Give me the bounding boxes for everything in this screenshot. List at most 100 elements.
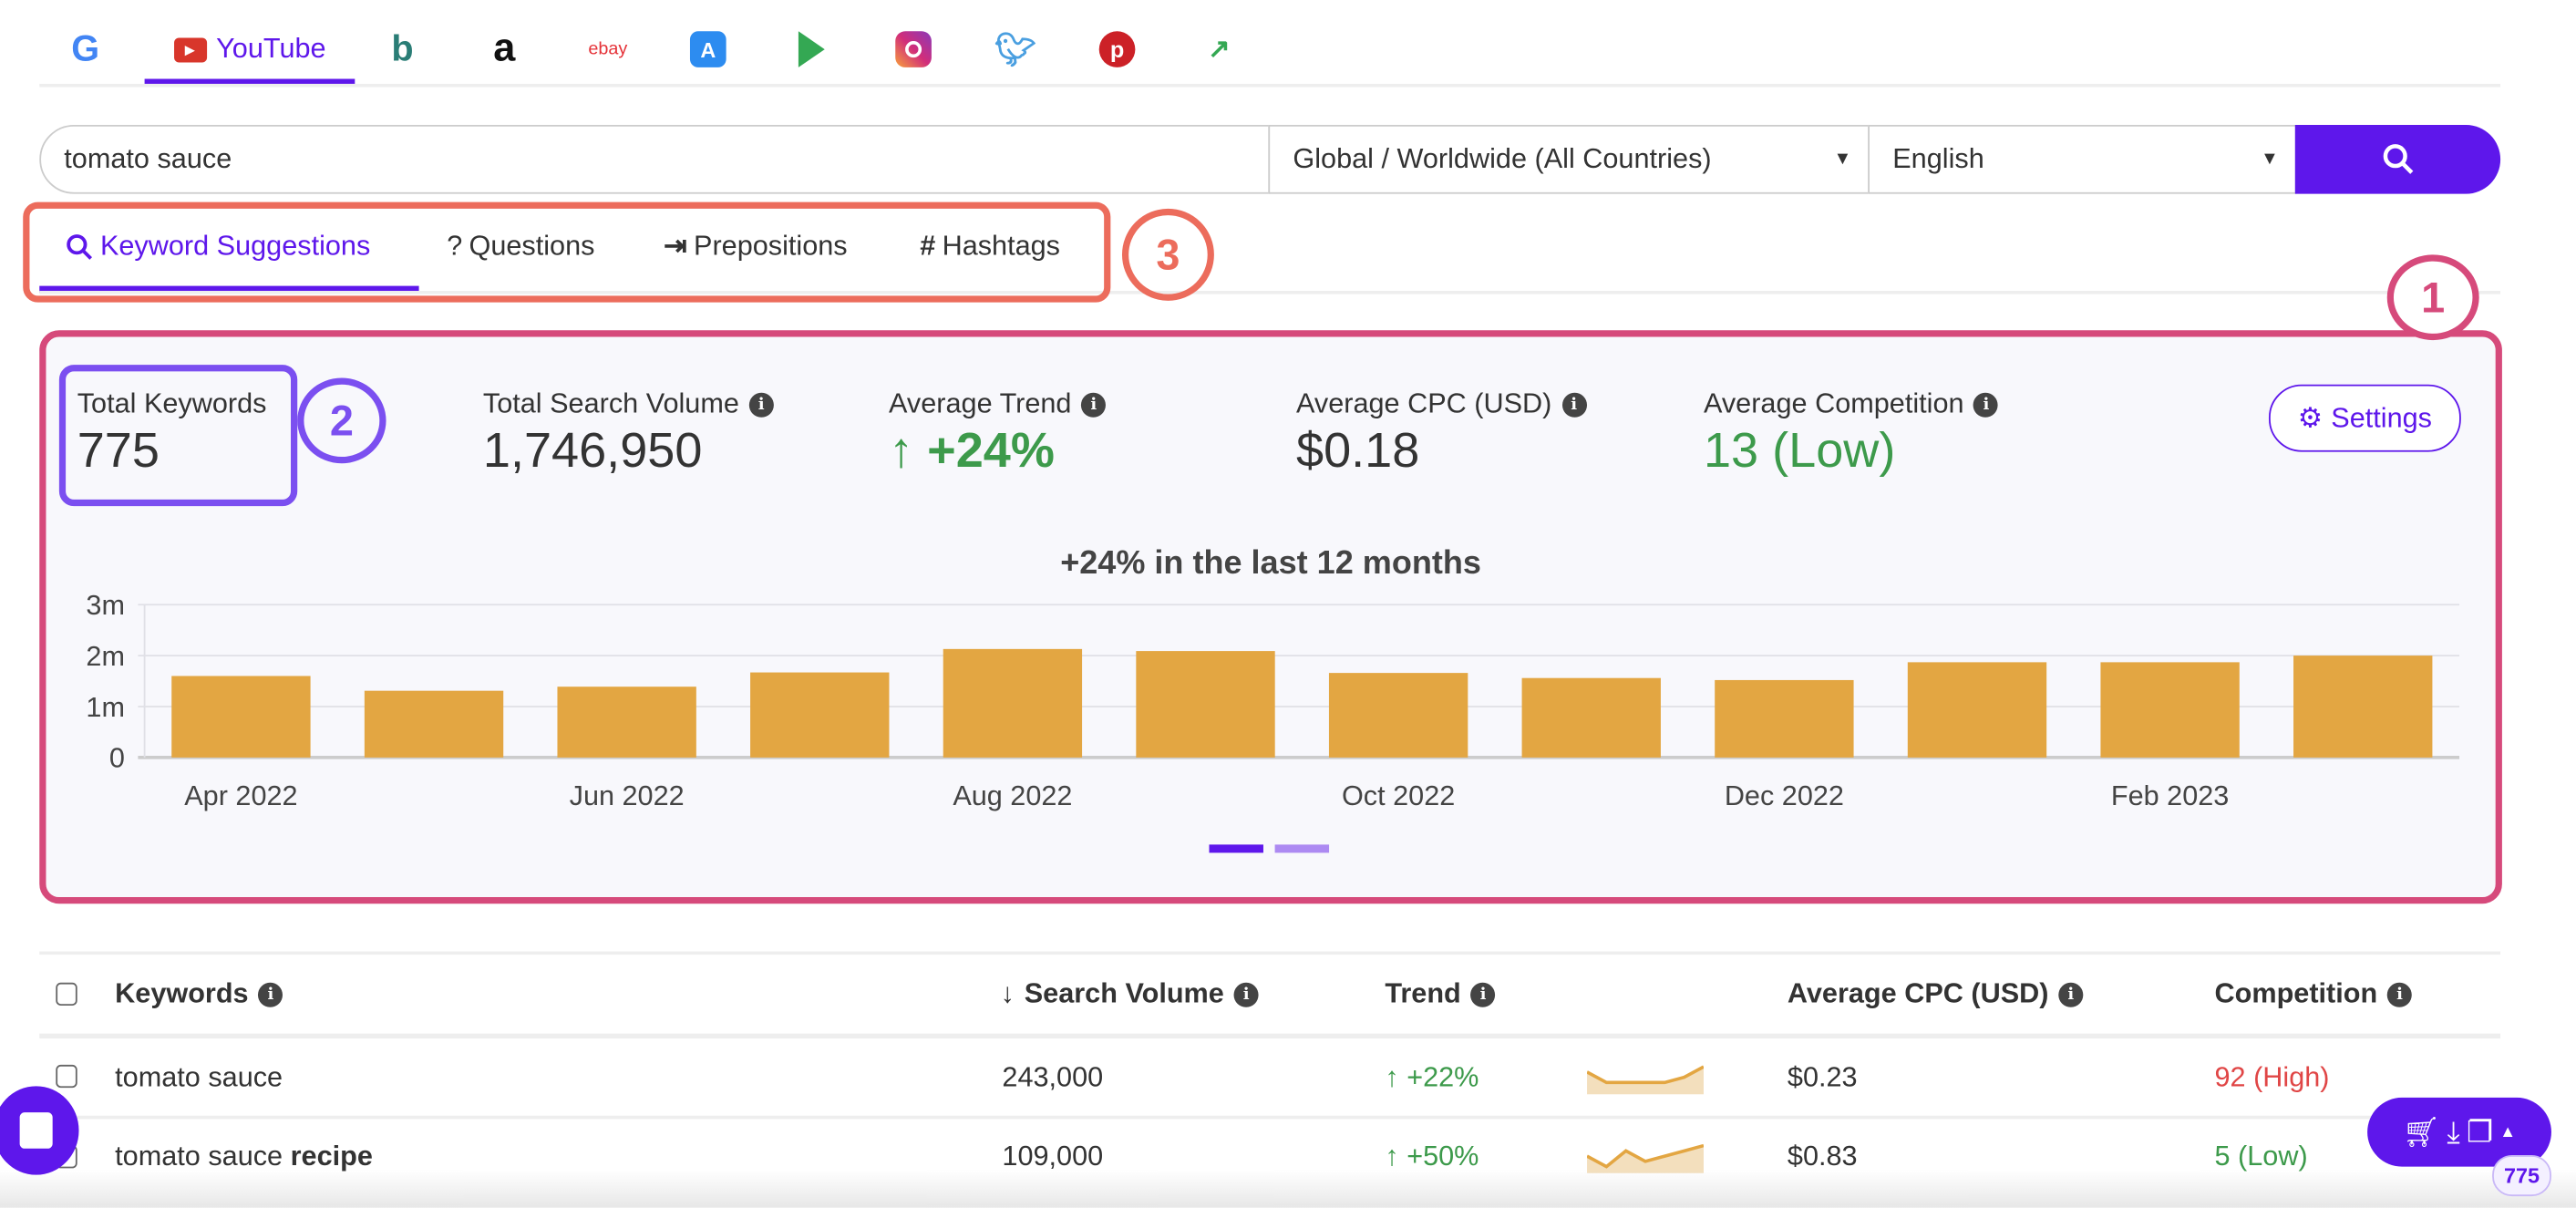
chart-page-dot-1[interactable]	[1209, 844, 1263, 853]
selected-count-badge: 775	[2492, 1155, 2551, 1197]
keyword-search-input[interactable]: tomato sauce	[39, 124, 1271, 194]
bar-apr-2022	[171, 676, 311, 758]
sort-down-icon: ↓	[1000, 977, 1015, 1009]
trend-sparkline	[1587, 1143, 1704, 1173]
copy-icon: ❐	[2466, 1114, 2494, 1148]
engine-trends[interactable]: ↗	[1200, 26, 1239, 72]
chat-icon	[19, 1112, 53, 1149]
bar-feb-2023	[2100, 662, 2240, 758]
column-header-competition[interactable]: Competition i	[2215, 977, 2413, 1010]
x-tick-label: Dec 2022	[1725, 780, 1844, 811]
annotation-badge-1: 1	[2386, 254, 2479, 341]
trend-cell: ↑ +22%	[1385, 1061, 1479, 1093]
trends-icon: ↗	[1208, 36, 1231, 65]
caret-down-icon: ▼	[2261, 150, 2279, 170]
x-tick-label: Oct 2022	[1342, 780, 1455, 811]
column-header-keywords[interactable]: Keywords i	[115, 977, 283, 1010]
chart-title: +24% in the last 12 months	[1060, 545, 1481, 583]
trend-cell: ↑ +50%	[1385, 1140, 1479, 1172]
amazon-icon: a	[493, 26, 516, 71]
search-button[interactable]	[2294, 124, 2501, 194]
y-tick-label: 2m	[86, 641, 125, 672]
info-icon[interactable]: i	[1081, 391, 1107, 417]
instagram-icon	[895, 31, 932, 67]
engine-pinterest[interactable]: p	[1098, 26, 1136, 72]
annotation-badge-3: 3	[1121, 208, 1214, 301]
google-icon: G	[71, 27, 100, 69]
stat-average-competition: Average Competition i 13 (Low)	[1704, 387, 1999, 480]
column-header-search-volume[interactable]: ↓ Search Volume i	[1001, 977, 1259, 1010]
chart-page-dot-2[interactable]	[1274, 844, 1330, 853]
volume-cell: 243,000	[1002, 1061, 1104, 1093]
arrow-up-icon: ↑	[1385, 1061, 1399, 1093]
info-icon[interactable]: i	[2058, 981, 2084, 1007]
row-checkbox[interactable]	[56, 1064, 77, 1089]
bar-oct-2022	[1328, 673, 1468, 758]
annotation-box-3	[23, 201, 1111, 303]
divider	[39, 951, 2501, 955]
trend-bar-chart: 0 1m 2m 3m Apr 2022 Jun 2022 Aug 2022 Oct 2022 D…	[86, 590, 2460, 811]
download-icon: ⤓	[2447, 1114, 2460, 1148]
divider	[39, 1115, 2501, 1120]
competition-cell: 5 (Low)	[2214, 1140, 2308, 1172]
youtube-icon: ▶	[173, 36, 207, 62]
engine-play-store[interactable]	[794, 26, 830, 72]
x-tick-label: Aug 2022	[953, 780, 1072, 811]
trend-sparkline	[1587, 1065, 1704, 1095]
engine-bing[interactable]: b	[381, 26, 424, 72]
bar-jun-2022	[557, 687, 696, 758]
caret-up-icon: ▲	[2499, 1122, 2517, 1141]
x-tick-label: Feb 2023	[2111, 780, 2229, 811]
region-select[interactable]: Global / Worldwide (All Countries) ▼	[1268, 124, 1870, 194]
engine-youtube[interactable]: ▶ YouTube	[158, 26, 342, 72]
bar-jan-2023	[1907, 662, 2047, 758]
y-tick-label: 1m	[86, 692, 125, 723]
annotation-box-2	[58, 365, 298, 507]
gear-icon: ⚙	[2297, 401, 2324, 433]
volume-cell: 109,000	[1002, 1140, 1104, 1172]
info-icon[interactable]: i	[258, 981, 283, 1007]
engine-ebay[interactable]: ebay	[582, 26, 634, 72]
bar-nov-2022	[1521, 677, 1661, 758]
arrow-up-icon: ↑	[889, 423, 914, 479]
y-tick-label: 3m	[86, 590, 125, 621]
stat-average-cpc: Average CPC (USD) i $0.18	[1296, 387, 1587, 480]
play-store-icon	[798, 31, 825, 67]
column-header-trend[interactable]: Trend i	[1385, 977, 1496, 1010]
stat-average-trend: Average Trend i ↑ +24%	[889, 387, 1107, 480]
select-all-checkbox[interactable]	[56, 982, 77, 1007]
divider	[39, 1033, 2501, 1039]
info-icon[interactable]: i	[1233, 981, 1259, 1007]
engine-app-store[interactable]: A	[689, 26, 726, 72]
bar-jul-2022	[750, 672, 890, 758]
arrow-up-icon: ↑	[1385, 1140, 1399, 1172]
divider	[39, 83, 2501, 88]
app-store-icon: A	[689, 31, 726, 67]
settings-button[interactable]: ⚙ Settings	[2268, 384, 2461, 452]
bar-dec-2022	[1715, 679, 1854, 758]
cart-icon: 🛒︎	[2402, 1114, 2441, 1148]
pinterest-icon: p	[1098, 31, 1136, 67]
x-tick-label: Apr 2022	[184, 780, 297, 811]
engine-amazon[interactable]: a	[483, 26, 526, 72]
info-icon[interactable]: i	[1561, 391, 1587, 417]
cpc-cell: $0.23	[1787, 1061, 1858, 1093]
y-tick-label: 0	[109, 743, 125, 774]
bing-icon: b	[391, 27, 414, 69]
annotation-badge-2: 2	[297, 377, 386, 464]
info-icon[interactable]: i	[2387, 981, 2413, 1007]
x-tick-label: Jun 2022	[570, 780, 685, 811]
bar-mar-2023	[2293, 656, 2433, 758]
engine-google[interactable]: G	[62, 26, 108, 72]
column-header-cpc[interactable]: Average CPC (USD) i	[1788, 977, 2084, 1010]
info-icon[interactable]: i	[1973, 391, 1999, 417]
bar-sep-2022	[1136, 651, 1275, 758]
info-icon[interactable]: i	[748, 391, 774, 417]
engine-instagram[interactable]	[895, 26, 932, 72]
caret-down-icon: ▼	[1833, 150, 1852, 170]
language-select[interactable]: English ▼	[1868, 124, 2297, 194]
twitter-icon: 🐦︎	[994, 32, 1036, 68]
engine-twitter[interactable]: 🐦︎	[994, 26, 1036, 72]
bar-aug-2022	[943, 648, 1083, 758]
info-icon[interactable]: i	[1470, 981, 1496, 1007]
